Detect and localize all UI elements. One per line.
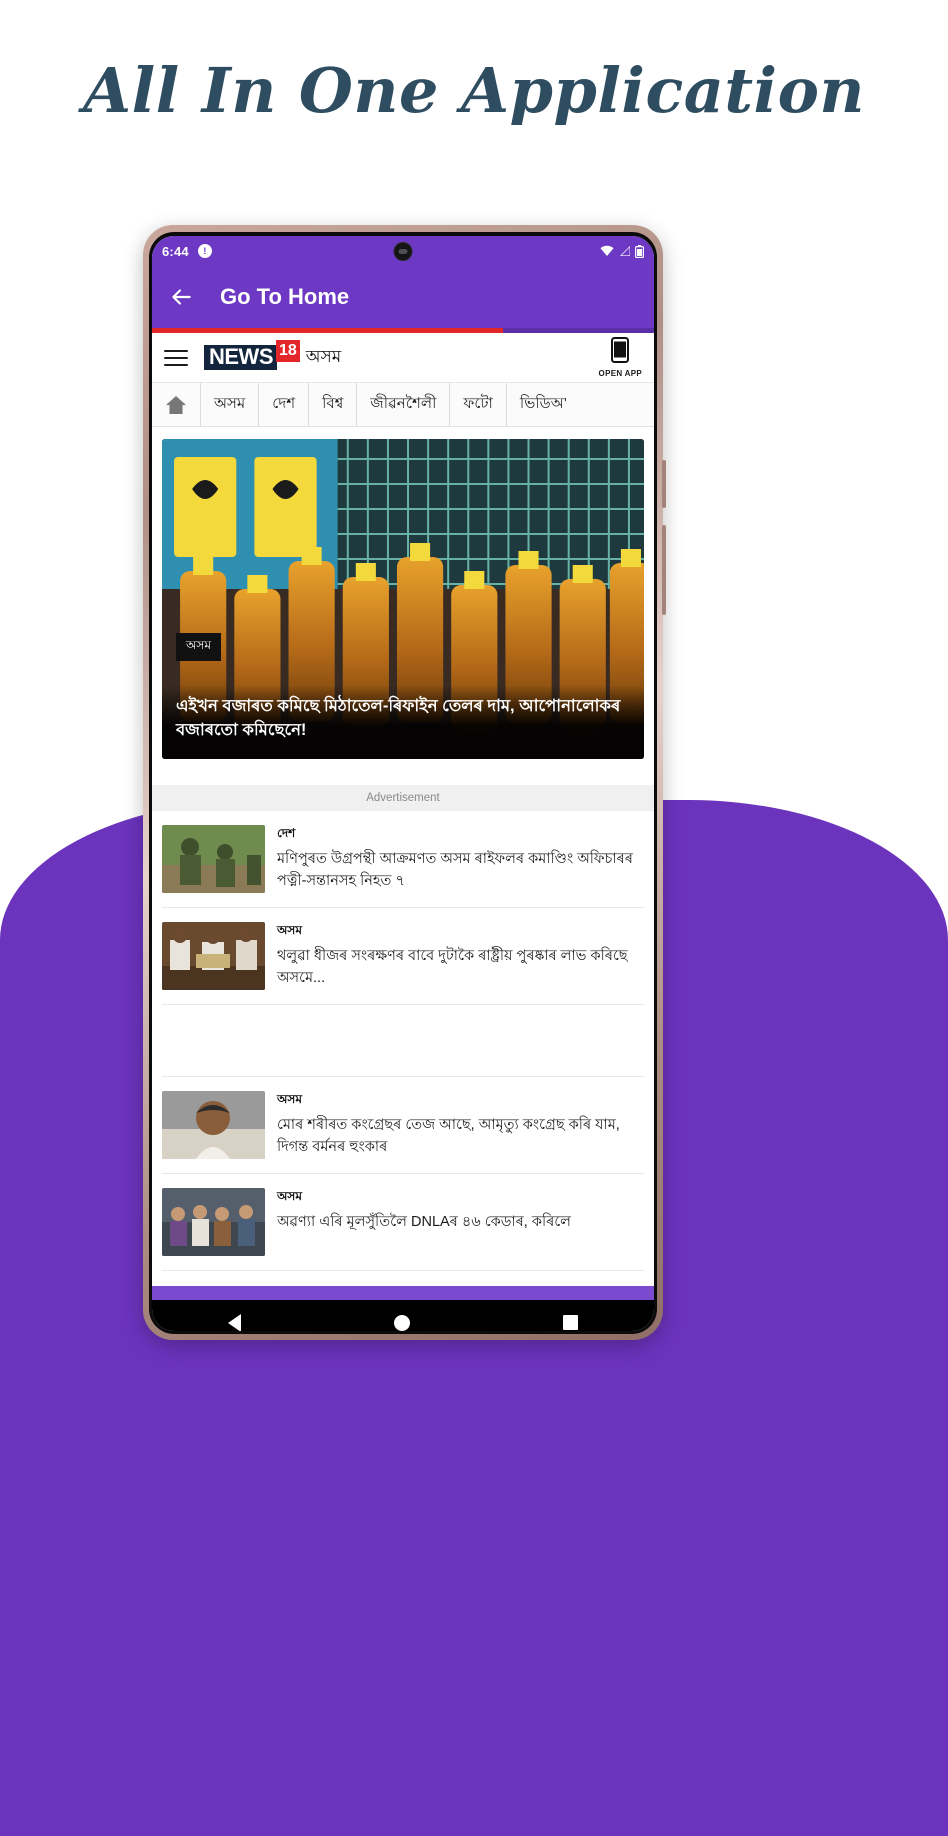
news-text: অসম মোৰ শৰীৰত কংগ্ৰেছৰ তেজ আছে, আমৃত্যু … [277,1091,644,1159]
list-item-placeholder [162,1005,644,1077]
phone-mockup: 6:44 ! Go To Home NEWS 18 অসম OPEN APP অ… [143,225,666,1340]
news-list: দেশ মণিপুৰত উগ্ৰপন্থী আক্ৰমণত অসম ৰাইফলৰ… [152,811,654,1271]
news-thumbnail [162,825,265,893]
list-item[interactable]: অসম মোৰ শৰীৰত কংগ্ৰেছৰ তেজ আছে, আমৃত্যু … [162,1077,644,1174]
news-category: অসম [277,1092,302,1106]
app-bar-title: Go To Home [220,284,350,309]
app-bar: Go To Home [152,266,654,328]
news-thumbnail [162,1188,265,1256]
webview: NEWS 18 অসম OPEN APP অসম দেশ বিশ্ব জীৱনশ… [152,333,654,1286]
camera-punch-hole-icon [393,242,413,261]
page-title: All In One Application [82,54,866,127]
battery-icon [635,244,644,258]
list-item[interactable]: দেশ মণিপুৰত উগ্ৰপন্থী আক্ৰমণত অসম ৰাইফলৰ… [162,811,644,908]
wifi-icon [600,245,614,257]
list-item[interactable]: অসম অৱণ্যা এৰি মূলসুঁতিলৈ DNLAৰ ৪৬ কেডাৰ… [162,1174,644,1271]
nav-home-icon[interactable] [393,1314,410,1331]
brand-language: অসম [305,346,342,366]
hero-article-card[interactable]: অসম এইখন বজাৰত কমিছে মিঠাতেল-ৰিফাইন তেলৰ… [162,439,644,759]
category-tab-assam[interactable]: অসম [200,383,258,426]
phone-bezel: 6:44 ! Go To Home NEWS 18 অসম OPEN APP অ… [149,232,657,1334]
screenshot-root: All In One Application 6:44 ! Go To Home… [0,0,948,1836]
android-nav-bar [152,1300,654,1331]
brand-number: 18 [276,339,300,362]
hero-article-overlay: এইখন বজাৰত কমিছে মিঠাতেল-ৰিফাইন তেলৰ দাম… [162,685,644,759]
news-headline: মোৰ শৰীৰত কংগ্ৰেছৰ তেজ আছে, আমৃত্যু কংগ্… [277,1117,620,1155]
back-arrow-icon[interactable] [168,284,194,310]
news-headline: অৱণ্যা এৰি মূলসুঁতিলৈ DNLAৰ ৪৬ কেডাৰ, কৰ… [277,1214,571,1230]
news-text: অসম থলুৱা ধীজৰ সংৰক্ষণৰ বাবে দুটাকৈ ৰাষ্… [277,922,644,990]
news-thumbnail [162,922,265,990]
hero-article-tag[interactable]: অসম [176,633,221,661]
status-icons-group [600,244,644,258]
category-nav[interactable]: অসম দেশ বিশ্ব জীৱনশৈলী ফটো ভিডিঅ’ [152,383,654,427]
category-tab-photo[interactable]: ফটো [449,383,506,426]
status-time: 6:44 [162,243,189,259]
news-headline: মণিপুৰত উগ্ৰপন্থী আক্ৰমণত অসম ৰাইফলৰ কমা… [277,851,633,889]
signal-icon [618,245,631,257]
open-app-label: OPEN APP [598,369,642,378]
news-headline: থলুৱা ধীজৰ সংৰক্ষণৰ বাবে দুটাকৈ ৰাষ্ট্ৰী… [277,948,628,986]
news-text: দেশ মণিপুৰত উগ্ৰপন্থী আক্ৰমণত অসম ৰাইফলৰ… [277,825,644,893]
status-bar: 6:44 ! [152,236,654,266]
phone-screen: 6:44 ! Go To Home NEWS 18 অসম OPEN APP অ… [152,236,654,1331]
category-tab-bisswa[interactable]: বিশ্ব [308,383,356,426]
mobile-phone-icon [611,337,630,368]
open-app-button[interactable]: OPEN APP [599,337,642,378]
news18-logo[interactable]: NEWS 18 অসম [204,339,342,372]
notification-badge-icon: ! [197,244,212,258]
brand-word: NEWS [204,345,277,370]
news-text [162,1019,644,1023]
site-header: NEWS 18 অসম OPEN APP [152,333,654,383]
news-thumbnail [162,1091,265,1159]
advertisement-label: Advertisement [152,785,654,811]
phone-side-button-volume[interactable] [662,460,666,508]
category-tab-video[interactable]: ভিডিঅ’ [505,383,580,426]
category-tab-lifestyle[interactable]: জীৱনশৈলী [356,383,449,426]
bottom-purple-strip [152,1286,654,1300]
home-icon[interactable] [152,383,200,426]
category-tab-desh[interactable]: দেশ [258,383,308,426]
list-item[interactable]: অসম থলুৱা ধীজৰ সংৰক্ষণৰ বাবে দুটাকৈ ৰাষ্… [162,908,644,1005]
news-text: অসম অৱণ্যা এৰি মূলসুঁতিলৈ DNLAৰ ৪৬ কেডাৰ… [277,1188,644,1234]
nav-back-icon[interactable] [228,1313,242,1331]
hero-article-headline: এইখন বজাৰত কমিছে মিঠাতেল-ৰিফাইন তেলৰ দাম… [176,697,621,740]
nav-recents-icon[interactable] [562,1315,578,1330]
news-category: দেশ [277,826,296,840]
news-category: অসম [277,923,302,937]
news-category: অসম [277,1189,302,1203]
hamburger-icon[interactable] [164,349,188,366]
phone-side-button-power[interactable] [662,525,666,615]
